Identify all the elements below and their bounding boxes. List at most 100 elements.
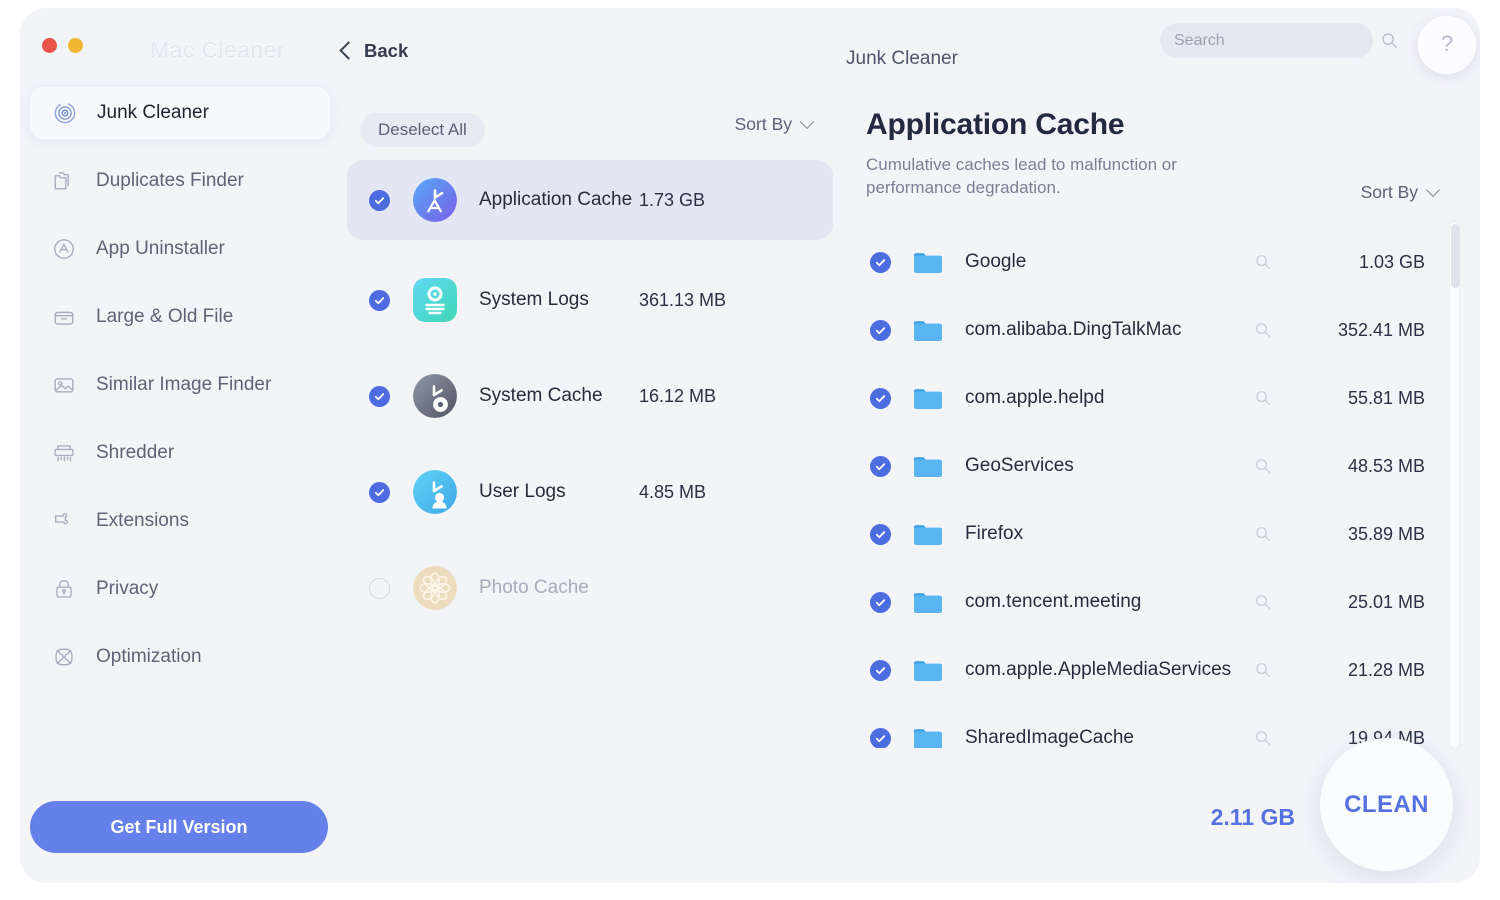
file-checkbox[interactable] <box>870 251 891 273</box>
category-checkbox[interactable] <box>369 577 390 599</box>
category-size: 361.13 MB <box>639 289 727 310</box>
folder-icon <box>913 590 943 614</box>
deselect-all-button[interactable]: Deselect All <box>360 113 485 147</box>
file-name: com.alibaba.DingTalkMac <box>965 319 1182 340</box>
app-title: Mac Cleaner <box>150 37 285 63</box>
file-size: 21.28 MB <box>1347 659 1425 680</box>
reveal-in-finder-icon[interactable] <box>1255 730 1271 746</box>
file-list-scrollbar[interactable] <box>1449 221 1460 749</box>
chevron-down-icon <box>799 114 815 130</box>
category-size: 1.73 GB <box>639 189 706 210</box>
minimize-window-button[interactable] <box>68 38 83 53</box>
sidebar-item-label: Similar Image Finder <box>96 374 272 395</box>
reveal-in-finder-icon[interactable] <box>1255 322 1271 338</box>
category-checkbox[interactable] <box>369 189 390 211</box>
photos-flower-icon <box>413 566 457 610</box>
sidebar-item-junk-cleaner[interactable]: Junk Cleaner <box>29 86 331 140</box>
file-checkbox[interactable] <box>870 727 891 748</box>
category-name: User Logs <box>479 481 566 503</box>
duplicate-files-icon <box>51 168 77 194</box>
search-icon <box>1382 33 1397 48</box>
file-row[interactable]: com.apple.helpd 55.81 MB <box>840 364 1480 432</box>
reveal-in-finder-icon[interactable] <box>1255 594 1271 610</box>
file-row[interactable]: com.alibaba.DingTalkMac 352.41 MB <box>840 296 1480 364</box>
gear-document-icon <box>413 278 457 322</box>
sidebar-item-label: Shredder <box>96 442 175 463</box>
clean-button[interactable]: CLEAN <box>1320 738 1453 871</box>
scrollbar-thumb[interactable] <box>1451 224 1460 288</box>
file-row[interactable]: com.apple.AppleMediaServices 21.28 MB <box>840 636 1480 704</box>
folder-icon <box>913 522 943 546</box>
search-input[interactable] <box>1174 31 1381 50</box>
file-checkbox[interactable] <box>870 319 891 341</box>
sidebar-item-label: App Uninstaller <box>96 238 225 259</box>
reveal-in-finder-icon[interactable] <box>1255 458 1271 474</box>
close-window-button[interactable] <box>42 38 57 53</box>
screenshot-root: Mac Cleaner Back Junk Cleaner ? <box>0 0 1500 900</box>
file-size: 352.41 MB <box>1337 319 1425 340</box>
atom-orbit-icon <box>51 644 77 670</box>
puzzle-piece-icon <box>51 508 77 534</box>
folder-icon <box>913 250 943 274</box>
file-size: 48.53 MB <box>1347 455 1425 476</box>
category-checkbox[interactable] <box>369 385 390 407</box>
category-row-system-logs[interactable]: System Logs 361.13 MB <box>347 264 833 336</box>
file-name: com.apple.AppleMediaServices <box>965 659 1232 680</box>
sidebar-item-extensions[interactable]: Extensions <box>29 494 331 548</box>
folder-icon <box>913 726 943 748</box>
sidebar-item-duplicates-finder[interactable]: Duplicates Finder <box>29 154 331 208</box>
sidebar-item-large-and-old-file[interactable]: Large & Old File <box>29 290 331 344</box>
sidebar-item-shredder[interactable]: Shredder <box>29 426 331 480</box>
sort-by-label: Sort By <box>734 114 792 134</box>
reveal-in-finder-icon[interactable] <box>1255 390 1271 406</box>
sidebar-item-privacy[interactable]: Privacy <box>29 562 331 616</box>
image-photo-icon <box>51 372 77 398</box>
category-checkbox[interactable] <box>369 481 390 503</box>
folder-icon <box>913 318 943 342</box>
category-sort-by-dropdown[interactable]: Sort By <box>734 114 815 135</box>
sidebar-item-label: Privacy <box>96 578 159 599</box>
window-traffic-lights <box>42 38 83 53</box>
folder-icon <box>913 454 943 478</box>
category-list: Application Cache 1.73 GB System Logs 36… <box>340 160 840 648</box>
chevron-left-icon <box>339 41 358 60</box>
archive-box-icon <box>51 304 77 330</box>
sidebar-item-label: Large & Old File <box>96 306 234 327</box>
category-name: Application Cache <box>479 189 633 211</box>
file-checkbox[interactable] <box>870 591 891 613</box>
file-list[interactable]: Google 1.03 GB com.alibaba.DingTalkMac 3… <box>840 228 1480 748</box>
file-row[interactable]: Firefox 35.89 MB <box>840 500 1480 568</box>
back-button[interactable]: Back <box>339 40 408 62</box>
folder-icon <box>913 386 943 410</box>
file-size: 55.81 MB <box>1347 387 1425 408</box>
file-row[interactable]: com.tencent.meeting 25.01 MB <box>840 568 1480 636</box>
file-checkbox[interactable] <box>870 455 891 477</box>
sidebar-item-optimization[interactable]: Optimization <box>29 630 331 684</box>
file-row[interactable]: GeoServices 48.53 MB <box>840 432 1480 500</box>
reveal-in-finder-icon[interactable] <box>1255 526 1271 542</box>
folder-icon <box>913 658 943 682</box>
page-title: Junk Cleaner <box>846 48 958 69</box>
category-row-user-logs[interactable]: User Logs 4.85 MB <box>347 456 833 528</box>
sidebar-item-label: Duplicates Finder <box>96 170 244 191</box>
category-size: 4.85 MB <box>639 481 707 502</box>
category-row-photo-cache[interactable]: Photo Cache <box>347 552 833 624</box>
get-full-version-button[interactable]: Get Full Version <box>30 801 328 853</box>
reveal-in-finder-icon[interactable] <box>1255 254 1271 270</box>
file-row[interactable]: Google 1.03 GB <box>840 228 1480 296</box>
sidebar-item-similar-image-finder[interactable]: Similar Image Finder <box>29 358 331 412</box>
category-row-application-cache[interactable]: Application Cache 1.73 GB <box>347 160 833 240</box>
file-checkbox[interactable] <box>870 523 891 545</box>
file-checkbox[interactable] <box>870 387 891 409</box>
search-box[interactable] <box>1160 23 1397 58</box>
sort-by-label: Sort By <box>1360 182 1418 202</box>
app-window: Mac Cleaner Back Junk Cleaner ? <box>20 8 1480 883</box>
reveal-in-finder-icon[interactable] <box>1255 662 1271 678</box>
category-checkbox[interactable] <box>369 289 390 311</box>
detail-sort-by-dropdown[interactable]: Sort By <box>1360 182 1441 203</box>
app-store-circle-icon <box>51 236 77 262</box>
sidebar-item-app-uninstaller[interactable]: App Uninstaller <box>29 222 331 276</box>
file-checkbox[interactable] <box>870 659 891 681</box>
category-row-system-cache[interactable]: System Cache 16.12 MB <box>347 360 833 432</box>
help-button[interactable]: ? <box>1418 16 1476 74</box>
